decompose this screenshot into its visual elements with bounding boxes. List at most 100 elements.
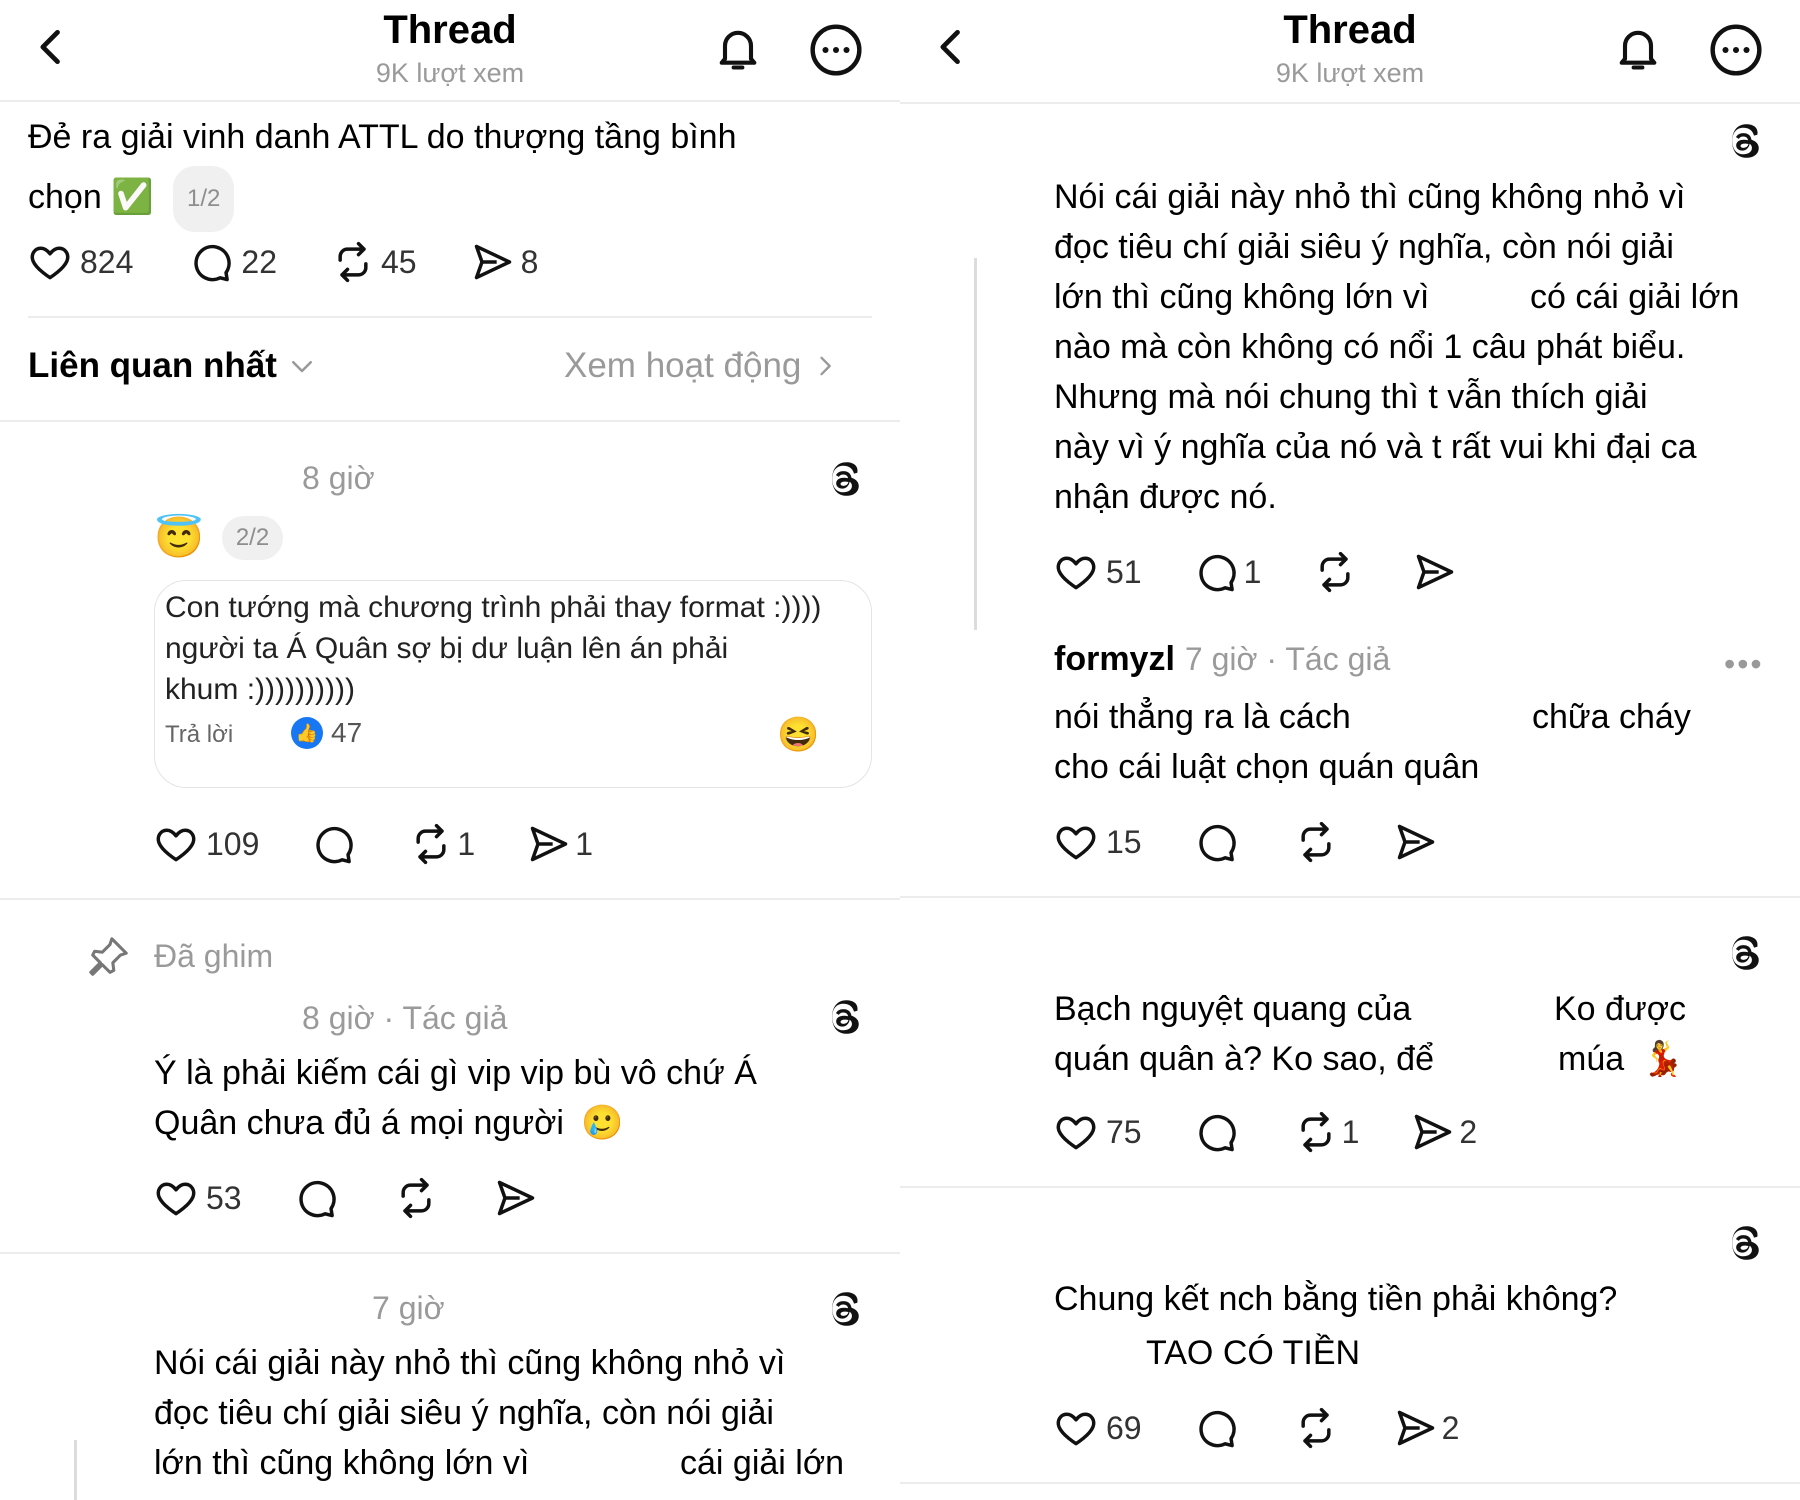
username[interactable]: formyzl [1054, 640, 1175, 679]
view-activity-label: Xem hoạt động [564, 346, 802, 385]
send-icon[interactable] [527, 822, 571, 866]
post2-text-line2: cho cái luật chọn quán quân [1054, 748, 1480, 786]
more-circle-icon[interactable] [808, 22, 864, 78]
pinned-text-line2: Quân chưa đủ á mọi người [154, 1104, 564, 1142]
comment-icon[interactable] [1194, 820, 1238, 864]
pinned-actions: 53 [154, 1176, 538, 1220]
thumbs-up-icon: 👍 [291, 717, 323, 749]
bell-icon[interactable] [1612, 22, 1664, 74]
header-divider [0, 100, 900, 102]
heart-icon[interactable] [28, 240, 72, 284]
heart-icon[interactable] [1054, 550, 1098, 594]
heart-icon[interactable] [154, 822, 198, 866]
threads-logo-icon[interactable] [1722, 120, 1764, 162]
repost-count: 45 [380, 243, 417, 280]
repost-count: 1 [1341, 1113, 1360, 1150]
header-title: Thread [1283, 8, 1417, 52]
main-post-actions: 824 22 45 8 [28, 240, 538, 284]
repost-icon[interactable] [1294, 1406, 1338, 1450]
post3-text-b: Ko được [1554, 990, 1686, 1028]
post3-text-d: múa [1558, 1040, 1625, 1078]
tear-smile-emoji: 🥲 [581, 1104, 624, 1142]
bell-icon[interactable] [712, 22, 764, 74]
laugh-emoji: 😆 [777, 716, 820, 754]
send-icon[interactable] [1394, 820, 1438, 864]
post1-text-line5: Nhưng mà nói chung thì t vẫn thích giải [1054, 378, 1648, 416]
sort-label: Liên quan nhất [28, 346, 277, 385]
repost-icon[interactable] [409, 822, 453, 866]
comment-icon[interactable] [1194, 1406, 1238, 1450]
card-reply-label: Trả lời [165, 721, 234, 748]
page-indicator: 2/2 [221, 515, 284, 560]
like-count: 51 [1106, 553, 1142, 590]
header-view-count: 9K lượt xem [1275, 58, 1425, 88]
repost-icon[interactable] [331, 240, 375, 284]
post1-text-line7: nhận được nó. [1054, 478, 1277, 516]
reply3-text-line2: đọc tiêu chí giải siêu ý nghĩa, còn nói … [154, 1394, 774, 1432]
post3-text-a: Bạch nguyệt quang của [1054, 990, 1412, 1028]
dancer-emoji: 💃 [1641, 1040, 1684, 1078]
main-post-text: chọn [28, 177, 102, 216]
embedded-comment-card: Con tướng mà chương trình phải thay form… [154, 580, 872, 788]
threads-logo-icon[interactable] [1722, 1222, 1764, 1264]
reply1-header-row: 😇 2/2 [154, 514, 284, 561]
threads-logo-icon[interactable] [822, 458, 864, 500]
reply-count: 22 [241, 243, 277, 280]
reply3-time: 7 giờ [372, 1290, 445, 1326]
repost-icon[interactable] [1313, 550, 1357, 594]
post1-text-line4: nào mà còn không có nổi 1 câu phát biểu. [1054, 328, 1686, 366]
heart-icon[interactable] [1054, 1110, 1098, 1154]
share-count: 1 [575, 825, 593, 862]
post1-text-line6: này vì ý nghĩa của nó và t rất vui khi đ… [1054, 428, 1697, 466]
post2-header: formyzl 7 giờ · Tác giả [1054, 640, 1390, 679]
reply1-actions: 109 1 1 [154, 822, 593, 866]
repost-icon[interactable] [394, 1176, 438, 1220]
card-reaction: 👍 47 [291, 717, 362, 749]
left-panel: Thread 9K lượt xem Đẻ ra giải vinh danh … [0, 0, 900, 1500]
threads-logo-icon[interactable] [822, 1288, 864, 1330]
sort-dropdown[interactable]: Liên quan nhất [28, 346, 317, 386]
repost-icon[interactable] [1294, 820, 1338, 864]
post4-text-line1: Chung kết nch bằng tiền phải không? [1054, 1280, 1618, 1318]
card-text-line2: người ta Á Quân sợ bị dư luận lên án phả… [165, 632, 729, 665]
post2-actions: 15 [1054, 820, 1438, 864]
post1-actions: 51 1 [1054, 550, 1457, 594]
pinned-label: Đã ghim [154, 938, 274, 974]
comment-icon[interactable] [311, 822, 355, 866]
right-panel: Thread 9K lượt xem Nói cái giải này nhỏ … [900, 0, 1800, 1500]
share-count: 2 [1441, 1409, 1460, 1446]
more-circle-icon[interactable] [1708, 22, 1764, 78]
reply3-text-line3: lớn thì cũng không lớn vì [154, 1444, 530, 1482]
card-text-line1: Con tướng mà chương trình phải thay form… [165, 591, 822, 624]
repost-icon[interactable] [1294, 1110, 1338, 1154]
send-icon[interactable] [494, 1176, 538, 1220]
send-icon[interactable] [471, 240, 515, 284]
comment-icon[interactable] [189, 240, 233, 284]
pinned-time: 8 giờ · Tác giả [302, 1000, 508, 1036]
post1-text-line1: Nói cái giải này nhỏ thì cũng không nhỏ … [1054, 178, 1686, 216]
reply1-time: 8 giờ [302, 460, 375, 496]
share-count: 2 [1459, 1113, 1478, 1150]
chevron-down-icon [287, 351, 317, 381]
heart-icon[interactable] [1054, 820, 1098, 864]
comment-icon[interactable] [1194, 1110, 1238, 1154]
card-text-line3: khum :)))))))))) [165, 673, 355, 706]
view-activity-link[interactable]: Xem hoạt động [564, 346, 839, 386]
heart-icon[interactable] [1054, 1406, 1098, 1450]
threads-logo-icon[interactable] [1722, 932, 1764, 974]
like-count: 109 [206, 825, 260, 862]
reply3-text-line1: Nói cái giải này nhỏ thì cũng không nhỏ … [154, 1344, 786, 1382]
post4-actions: 69 2 [1054, 1406, 1459, 1450]
send-icon[interactable] [1411, 1110, 1455, 1154]
post1-text-line3b: có cái giải lớn [1530, 278, 1740, 316]
more-dots-icon[interactable]: ••• [1724, 646, 1764, 683]
send-icon[interactable] [1413, 550, 1457, 594]
threads-logo-icon[interactable] [822, 996, 864, 1038]
comment-icon[interactable] [294, 1176, 338, 1220]
comment-icon[interactable] [1194, 550, 1238, 594]
send-icon[interactable] [1394, 1406, 1438, 1450]
post1-text-line3: lớn thì cũng không lớn vì [1054, 278, 1430, 316]
post2-divider [900, 896, 1800, 898]
heart-icon[interactable] [154, 1176, 198, 1220]
post1-text-line2: đọc tiêu chí giải siêu ý nghĩa, còn nói … [1054, 228, 1674, 266]
